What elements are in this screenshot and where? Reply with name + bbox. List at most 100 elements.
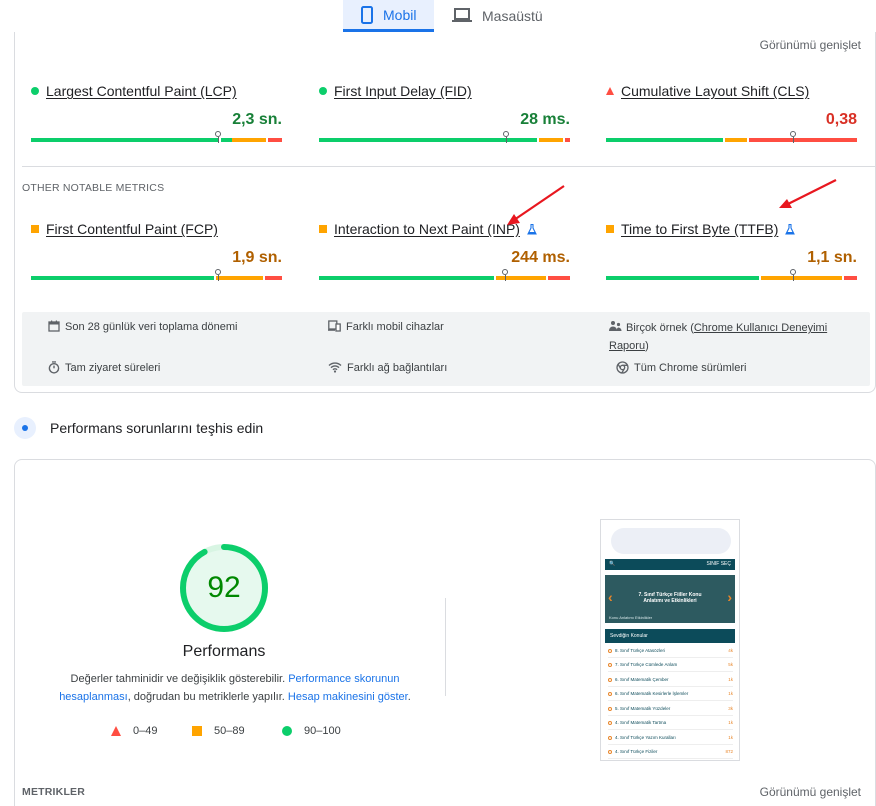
info-durations: Tam ziyaret süreleri [48,359,160,377]
good-indicator-icon [31,87,39,95]
metric-cls-value: 0,38 [825,111,857,128]
good-indicator-icon [282,726,292,736]
thumb-hero-sub: Konu Anlatımı Etkinlikler [609,615,653,620]
metrics-title: METRIKLER [22,786,86,798]
calculator-link[interactable]: Hesap makinesini göster [288,691,408,703]
desc-text: Değerler tahminidir ve değişiklik göster… [70,673,289,685]
annotation-arrow-icon [507,185,565,225]
thumb-row: 4. Sınıf Matematik Tartma 1k [608,716,733,730]
page-screenshot-thumbnail: 🔍 SINIF SEÇ ‹ 7. Sınıf Türkçe Fiiller Ko… [600,519,740,761]
thumb-row: 5. Sınıf Matematik Yüzdeler 3k [608,702,733,716]
section-divider [22,166,876,167]
performance-title: Performans [182,643,266,660]
thumb-hero-title: 7. Sınıf Türkçe Fiiller Konu Anlatımı ve… [638,592,702,604]
thumb-row: 6. Sınıf Matematik Çember 1k [608,673,733,687]
expand-metrics-link[interactable]: Görünümü genişlet [760,785,861,799]
device-tabs: Mobil Masaüstü [343,0,557,32]
legend-average-label: 50–89 [214,725,245,737]
chrome-icon [616,361,629,374]
thumb-row: 8. Sınıf Türkçe Atasözleri 4k [608,644,733,658]
info-networks: Farklı ağ bağlantıları [328,359,447,377]
info-period-text: Son 28 günlük veri toplama dönemi [65,321,238,333]
p75-marker [790,131,796,143]
p75-marker [215,131,221,143]
metric-ttfb: Time to First Byte (TTFB) 1,1 sn. [606,221,857,281]
metric-cls: Cumulative Layout Shift (CLS) 0,38 [606,83,857,143]
thumb-prev-icon: ‹ [608,589,613,605]
distribution-bar [319,131,570,143]
thumb-search-icon: 🔍 [609,561,616,567]
wifi-icon [328,362,342,373]
legend-poor: 0–49 [111,725,157,737]
average-indicator-icon [606,225,614,233]
metric-fcp: First Contentful Paint (FCP) 1,9 sn. [31,221,282,281]
thumb-navbar: 🔍 SINIF SEÇ [605,559,735,570]
vertical-divider [445,598,446,696]
laptop-icon [452,8,472,22]
desc-text: . [407,691,411,703]
metric-fid-value: 28 ms. [520,111,570,128]
performance-score: 92 [207,571,241,604]
thumb-hero: ‹ 7. Sınıf Türkçe Fiiller Konu Anlatımı … [605,575,735,623]
metric-lcp: Largest Contentful Paint (LCP) 2,3 sn. [31,83,282,143]
info-samples: Birçok örnek (Chrome Kullanıcı Deneyimi … [609,318,859,355]
metric-fid-label[interactable]: First Input Delay (FID) [334,83,472,99]
stopwatch-icon [48,361,60,374]
thumb-row: 4. Sınıf Türkçe Fiziler 872 [608,745,733,759]
p75-marker [790,269,796,281]
experimental-flask-icon [785,223,796,235]
thumb-row: 7. Sınıf Türkçe Cümlede Anlam 5k [608,658,733,672]
thumb-header-pill [611,528,731,554]
metric-lcp-value: 2,3 sn. [232,111,282,128]
thumb-row: 4. Sınıf Türkçe Yazım Kuralları 1k [608,731,733,745]
expand-view-link[interactable]: Görünümü genişlet [760,38,861,52]
diagnose-title: Performans sorunlarını teşhis edin [50,420,264,436]
info-devices: Farklı mobil cihazlar [328,318,444,336]
good-indicator-icon [319,87,327,95]
legend-good: 90–100 [282,725,341,737]
metric-fcp-value: 1,9 sn. [232,249,282,266]
average-indicator-icon [31,225,39,233]
metric-fid: First Input Delay (FID) 28 ms. [319,83,570,143]
metric-fcp-label[interactable]: First Contentful Paint (FCP) [46,221,218,237]
distribution-bar [319,269,570,281]
average-indicator-icon [319,225,327,233]
legend-poor-label: 0–49 [133,725,158,737]
thumb-next-icon: › [727,589,732,605]
tab-desktop[interactable]: Masaüstü [434,0,557,31]
poor-indicator-icon [606,87,614,95]
metric-inp-label[interactable]: Interaction to Next Paint (INP) [334,221,520,237]
info-networks-text: Farklı ağ bağlantıları [347,362,448,374]
distribution-bar [31,269,282,281]
info-durations-text: Tam ziyaret süreleri [65,362,161,374]
performance-description: Değerler tahminidir ve değişiklik göster… [45,670,425,706]
thumb-nav-label: SINIF SEÇ [706,561,731,567]
distribution-bar [606,269,857,281]
legend-good-label: 90–100 [304,725,341,737]
tab-mobile[interactable]: Mobil [343,0,434,32]
p75-marker [215,269,221,281]
metric-ttfb-value: 1,1 sn. [807,249,857,266]
info-samples-prefix: Birçok örnek ( [626,322,694,334]
annotation-arrow-icon [779,179,837,208]
thumb-row: 6. Sınıf Matematik Kesirlerle İşlemler 1k [608,687,733,701]
desc-text: , doğrudan bu metriklerle yapılır. [127,691,288,703]
info-devices-text: Farklı mobil cihazlar [346,321,444,333]
p75-marker [503,131,509,143]
metric-cls-label[interactable]: Cumulative Layout Shift (CLS) [621,83,809,99]
info-chrome: Tüm Chrome sürümleri [616,359,746,377]
average-indicator-icon [192,726,202,736]
lab-data-card: 92 Performans Değerler tahminidir ve değ… [14,459,876,806]
info-period: Son 28 günlük veri toplama dönemi [48,318,237,336]
thumb-band: Sevdiğin Konular [605,629,735,643]
poor-indicator-icon [111,726,121,736]
lab-data-icon [14,417,36,439]
metric-ttfb-label[interactable]: Time to First Byte (TTFB) [621,221,778,237]
info-samples-suffix: ) [645,340,649,352]
data-collection-info: Son 28 günlük veri toplama dönemi Farklı… [22,312,870,386]
devices-icon [328,320,341,332]
field-data-card: Görünümü genişlet Largest Contentful Pai… [14,32,876,393]
tab-desktop-label: Masaüstü [482,7,543,24]
diagnose-header: Performans sorunlarını teşhis edin [14,417,263,439]
metric-lcp-label[interactable]: Largest Contentful Paint (LCP) [46,83,237,99]
